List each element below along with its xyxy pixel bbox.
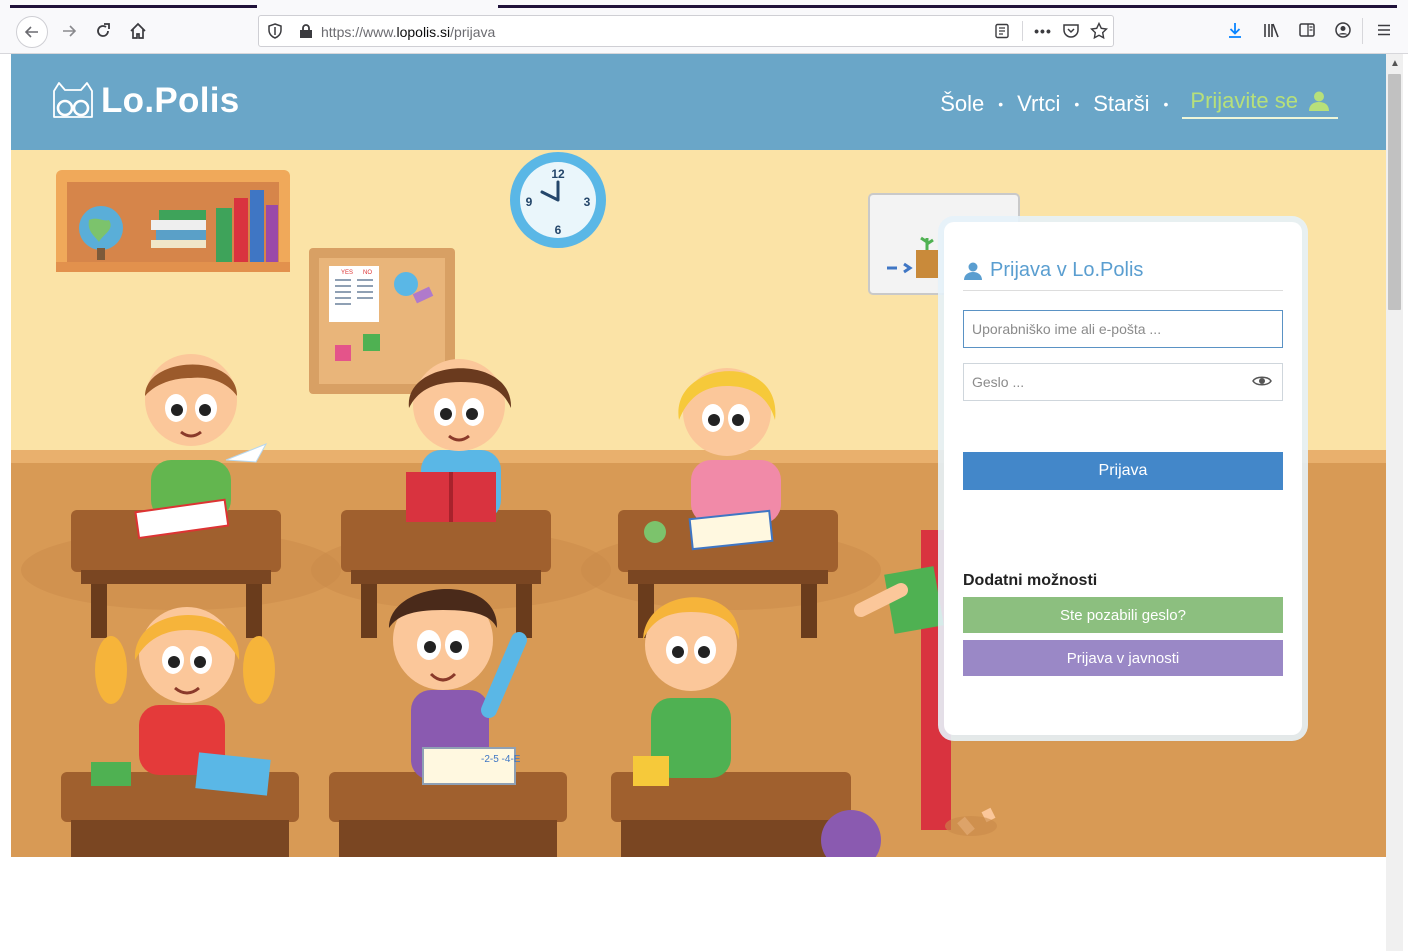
forward-button[interactable] <box>54 16 84 46</box>
back-icon <box>24 26 38 38</box>
nav-item-sole[interactable]: Šole <box>940 91 984 117</box>
board-label: YES <box>341 270 353 276</box>
back-button[interactable] <box>16 16 48 48</box>
library-icon <box>1264 23 1279 38</box>
home-icon <box>130 22 146 39</box>
clock-number: 6 <box>555 223 562 237</box>
tracking-protection-button[interactable] <box>267 23 283 44</box>
page-actions-button[interactable]: ••• <box>1029 17 1057 45</box>
public-login-button[interactable]: Prijava v javnosti <box>963 640 1283 676</box>
nav-separator: • <box>998 95 1004 112</box>
reader-view-button[interactable] <box>988 17 1016 45</box>
site-security-button[interactable] <box>299 23 313 44</box>
site-header: Lo.Polis Šole • Vrtci • Starši • Prijavi… <box>11 54 1386 150</box>
tab-strip-line <box>10 5 257 8</box>
login-button[interactable]: Prijava <box>963 452 1283 490</box>
login-title-text: Prijava v Lo.Polis <box>990 259 1144 281</box>
username-placeholder: Uporabniško ime ali e-pošta ... <box>972 321 1162 337</box>
account-icon <box>1335 22 1351 38</box>
clock-number: 12 <box>551 167 565 181</box>
clock-number: 9 <box>526 195 533 209</box>
site-logo[interactable]: Lo.Polis <box>51 81 240 121</box>
scroll-up-icon[interactable]: ▲ <box>1390 58 1400 69</box>
eye-icon <box>1252 376 1272 386</box>
reload-button[interactable] <box>88 16 118 46</box>
account-button[interactable] <box>1328 16 1358 44</box>
logo-text: Lo.Polis <box>101 81 240 120</box>
sidebar-button[interactable] <box>1292 16 1322 44</box>
toolbar-divider <box>1362 18 1363 44</box>
shield-icon <box>268 23 282 39</box>
login-link-label: Prijavite se <box>1190 88 1298 113</box>
password-placeholder: Geslo ... <box>972 374 1025 390</box>
url-prefix: https://www. <box>321 24 397 40</box>
download-icon <box>1229 23 1241 38</box>
address-bar[interactable]: https://www.lopolis.si/prijava ••• <box>258 15 1114 47</box>
page-scrollbar[interactable]: ▲ <box>1386 54 1403 951</box>
clock-number: 3 <box>584 195 591 209</box>
open-menu-button[interactable] <box>1370 16 1398 44</box>
nav-item-vrtci[interactable]: Vrtci <box>1017 91 1060 117</box>
nav-separator: • <box>1163 95 1169 112</box>
nav-item-login[interactable]: Prijavite se <box>1182 88 1338 119</box>
library-button[interactable] <box>1256 16 1286 44</box>
tab-strip-line <box>498 5 1397 8</box>
toolbar-buttons <box>1220 16 1358 44</box>
nav-item-starsi[interactable]: Starši <box>1093 91 1149 117</box>
browser-toolbar: https://www.lopolis.si/prijava ••• <box>0 0 1408 54</box>
main-navigation: Šole • Vrtci • Starši • Prijavite se <box>940 88 1338 119</box>
reader-icon <box>995 23 1009 39</box>
show-password-toggle[interactable] <box>1252 374 1272 391</box>
board-label: NO <box>363 270 372 276</box>
url-path: /prijava <box>450 24 496 40</box>
password-input[interactable]: Geslo ... <box>963 363 1283 401</box>
url-domain: lopolis.si <box>396 24 451 40</box>
user-icon <box>1309 91 1329 111</box>
nav-separator: • <box>1074 95 1080 112</box>
home-button[interactable] <box>123 16 153 46</box>
bookmark-button[interactable] <box>1085 17 1113 45</box>
hamburger-menu-icon <box>1378 24 1390 36</box>
login-card: Prijava v Lo.Polis Uporabniško ime ali e… <box>944 222 1302 735</box>
page-viewport: Lo.Polis Šole • Vrtci • Starši • Prijavi… <box>11 54 1386 951</box>
url-divider <box>1022 21 1023 41</box>
forgot-password-button[interactable]: Ste pozabili geslo? <box>963 597 1283 633</box>
pocket-icon <box>1063 24 1079 38</box>
page-actions: ••• <box>988 16 1113 46</box>
url-text[interactable]: https://www.lopolis.si/prijava <box>321 24 495 40</box>
sidebar-icon <box>1299 23 1315 37</box>
forward-icon <box>63 25 77 37</box>
book-scribble: -2-5 -4-E <box>481 754 521 765</box>
username-input[interactable]: Uporabniško ime ali e-pošta ... <box>963 310 1283 348</box>
user-icon <box>964 262 982 280</box>
owl-logo-icon <box>53 82 93 118</box>
downloads-button[interactable] <box>1220 16 1250 44</box>
lock-icon <box>300 24 312 38</box>
scrollbar-thumb[interactable] <box>1388 74 1401 310</box>
bookmark-star-icon <box>1090 22 1108 40</box>
reload-icon <box>97 23 110 37</box>
login-card-title: Prijava v Lo.Polis <box>963 259 1283 291</box>
more-options-heading: Dodatni možnosti <box>963 572 1098 589</box>
pocket-button[interactable] <box>1057 17 1085 45</box>
